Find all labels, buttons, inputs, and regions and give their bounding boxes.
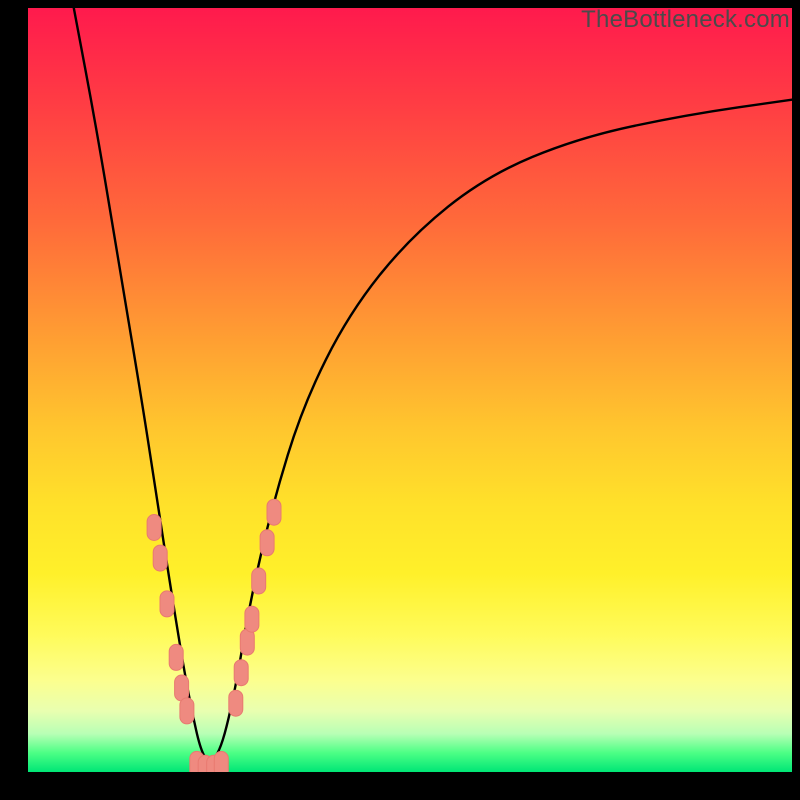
- marker: [180, 698, 194, 724]
- marker: [267, 499, 281, 525]
- marker: [160, 591, 174, 617]
- marker: [234, 660, 248, 686]
- marker: [229, 690, 243, 716]
- marker: [245, 606, 259, 632]
- marker: [175, 675, 189, 701]
- marker: [153, 545, 167, 571]
- plot-area: [28, 8, 792, 772]
- marker: [252, 568, 266, 594]
- watermark-text: TheBottleneck.com: [581, 6, 790, 34]
- highlighted-markers: [147, 499, 281, 772]
- chart-svg: [28, 8, 792, 772]
- marker: [214, 751, 228, 772]
- marker: [147, 515, 161, 541]
- marker: [169, 644, 183, 670]
- marker: [240, 629, 254, 655]
- marker: [260, 530, 274, 556]
- chart-frame: TheBottleneck.com: [0, 0, 800, 800]
